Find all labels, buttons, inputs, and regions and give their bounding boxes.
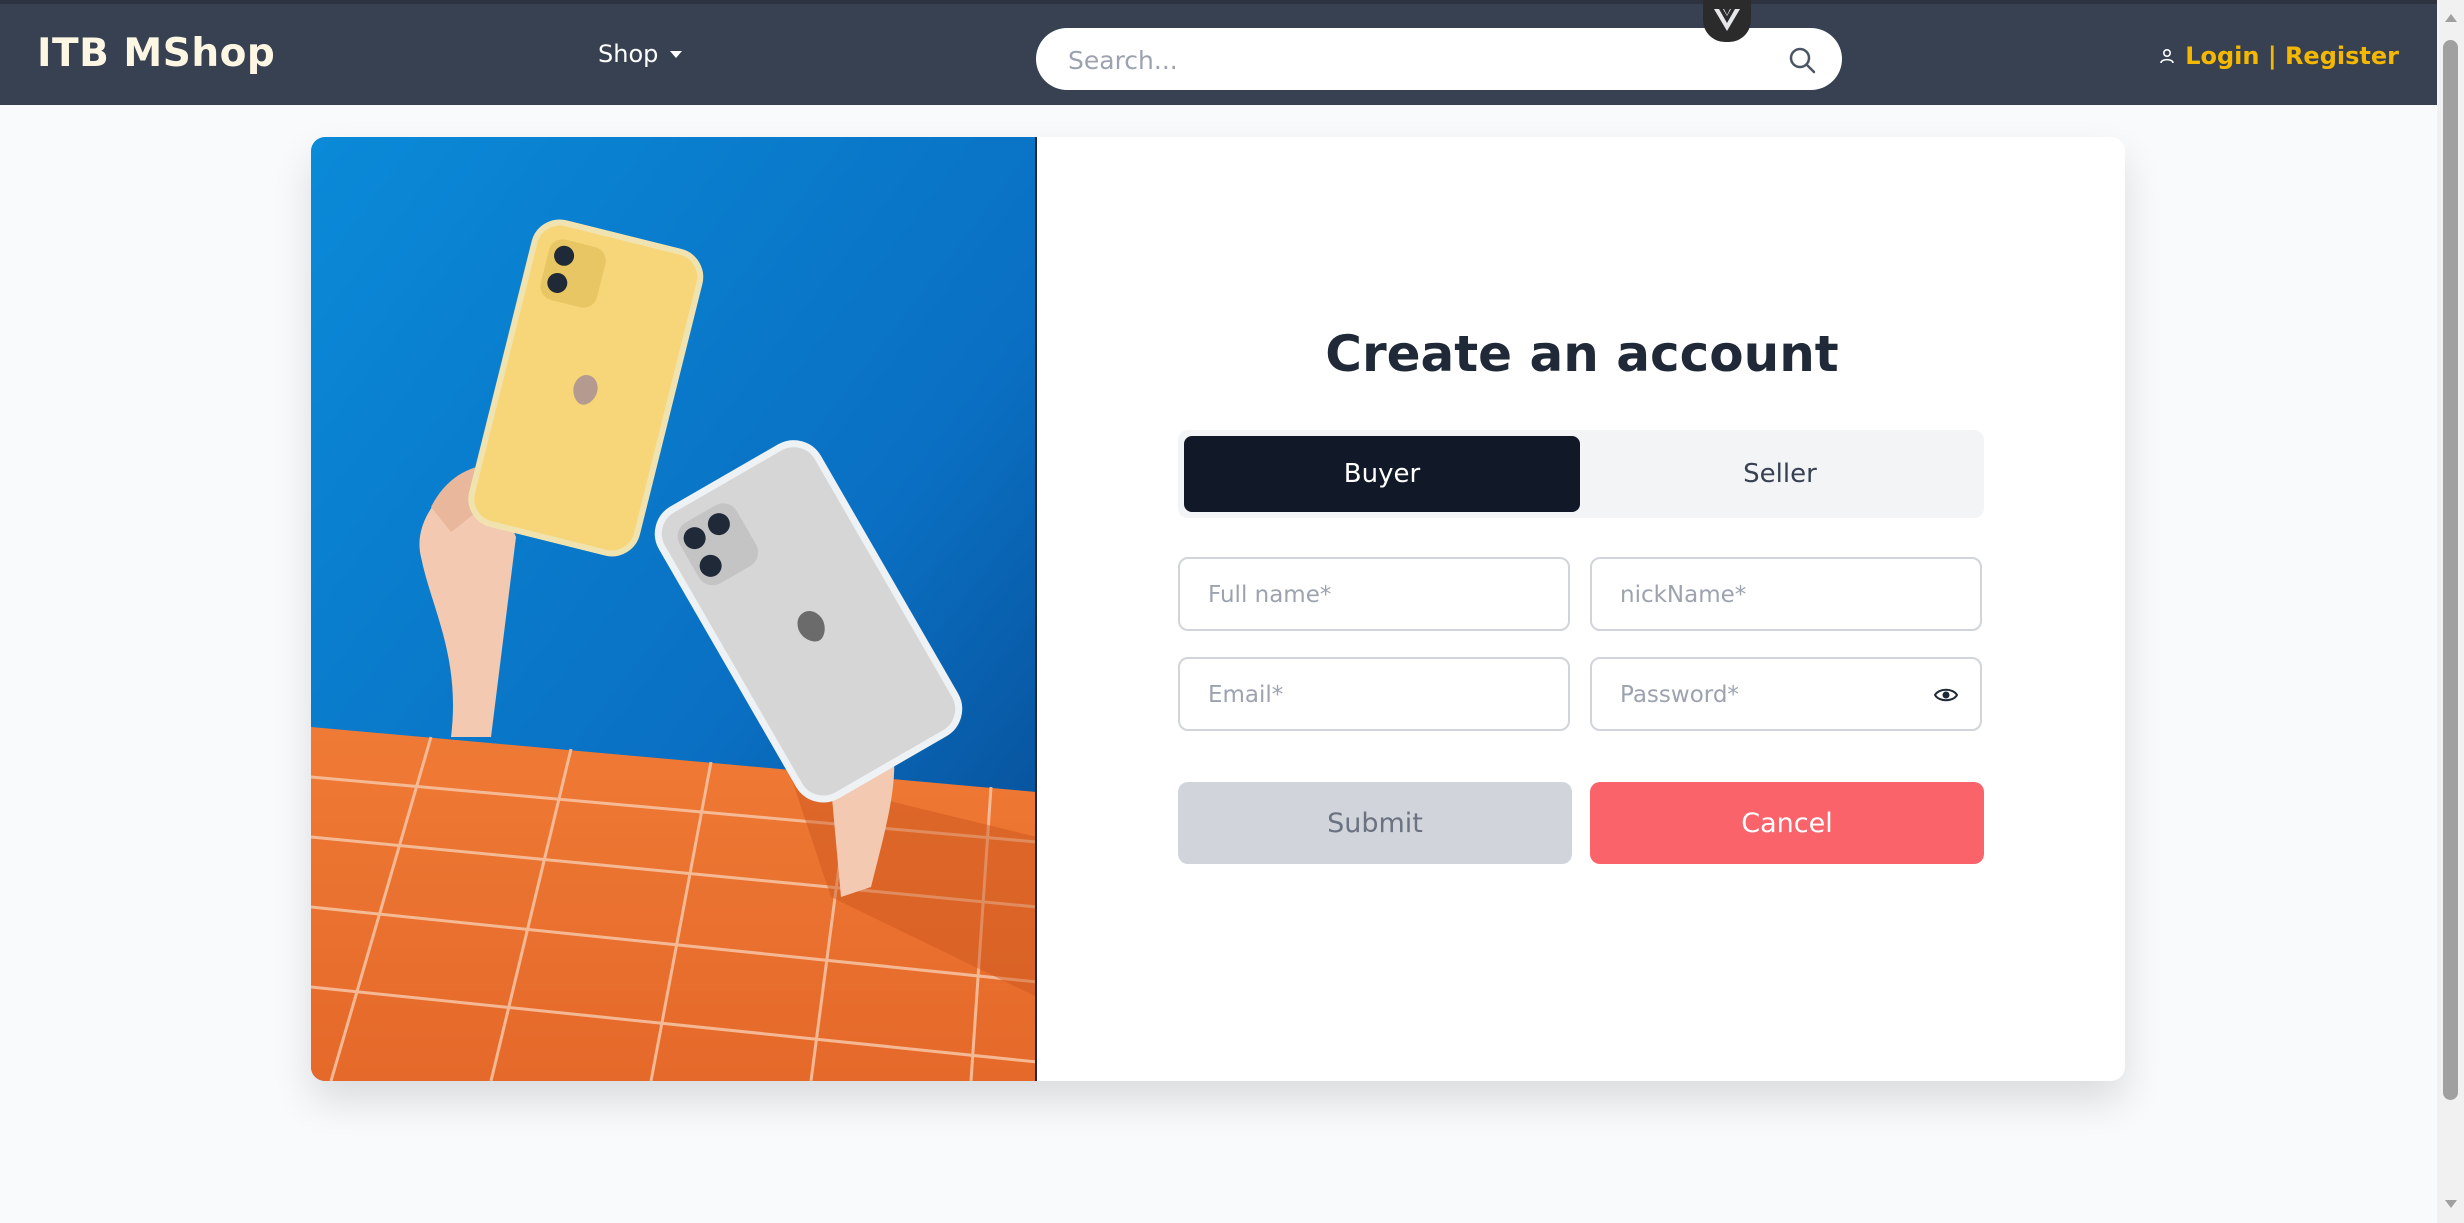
nickname-input[interactable] [1618, 559, 1952, 631]
vue-devtools-toggle[interactable] [1703, 0, 1751, 42]
search-input[interactable] [1066, 28, 1720, 92]
full-name-input[interactable] [1206, 559, 1540, 631]
cancel-button[interactable]: Cancel [1590, 782, 1984, 864]
brand-logo[interactable]: ITB MShop [37, 31, 275, 76]
scroll-thumb[interactable] [2443, 40, 2458, 1100]
scroll-down-arrow[interactable] [2445, 1200, 2457, 1208]
product-photo [311, 137, 1037, 1081]
role-seller-button[interactable]: Seller [1582, 436, 1978, 512]
shop-menu-label: Shop [598, 40, 659, 68]
caret-down-icon [670, 50, 683, 58]
shop-menu[interactable]: Shop [598, 40, 683, 68]
phones-illustration [311, 137, 1035, 1081]
user-icon [2160, 48, 2175, 64]
login-register-label: Login | Register [2185, 42, 2399, 70]
form-title: Create an account [1325, 325, 1839, 383]
submit-button[interactable]: Submit [1178, 782, 1572, 864]
navbar: ITB MShop Shop Login | Register [0, 0, 2437, 105]
password-field [1590, 657, 1982, 731]
password-input[interactable] [1618, 659, 1952, 731]
search-icon[interactable] [1788, 46, 1816, 74]
login-register-link[interactable]: Login | Register [2159, 42, 2399, 70]
eye-icon[interactable] [1934, 685, 1958, 705]
vue-devtools-icon [1714, 9, 1740, 31]
email-field [1178, 657, 1570, 731]
scroll-up-arrow[interactable] [2445, 14, 2457, 22]
role-toggle: Buyer Seller [1178, 430, 1984, 518]
nickname-field [1590, 557, 1982, 631]
full-name-field [1178, 557, 1570, 631]
email-input[interactable] [1206, 659, 1540, 731]
page-scrollbar[interactable] [2437, 0, 2464, 1223]
role-buyer-button[interactable]: Buyer [1184, 436, 1580, 512]
